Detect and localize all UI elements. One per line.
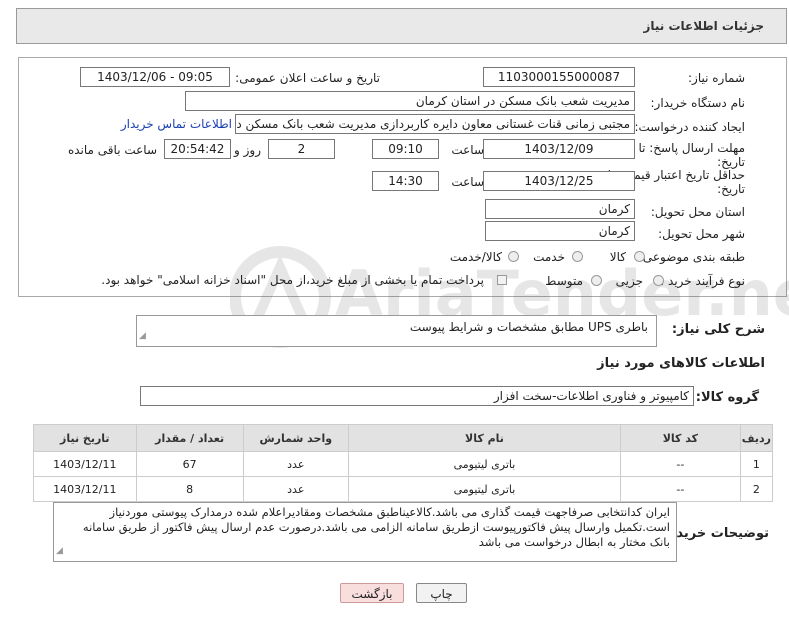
buyer-notes-field: ایران کدانتخابی صرفاجهت قیمت گذاری می با…	[53, 502, 677, 562]
process-radio-medium[interactable]	[591, 275, 602, 286]
cell-need-date: 1403/12/11	[33, 476, 137, 502]
col-unit: واحد شمارش	[242, 424, 349, 452]
process-radio-minor[interactable]	[653, 275, 664, 286]
col-need-date: تاریخ نیاز	[33, 424, 137, 452]
cell-quantity: 67	[135, 451, 244, 477]
resize-grip-icon: ◢	[56, 546, 63, 556]
validity-time-field: 14:30	[372, 171, 439, 191]
cell-need-date: 1403/12/11	[33, 451, 137, 477]
goods-group-label: گروه کالا:	[695, 390, 759, 405]
announce-label: تاریخ و ساعت اعلان عمومی:	[235, 71, 380, 85]
items-table-wrapper: ردیف کد کالا نام کالا واحد شمارش تعداد /…	[33, 424, 774, 502]
items-table: ردیف کد کالا نام کالا واحد شمارش تعداد /…	[33, 424, 774, 502]
cell-goods-code: --	[620, 451, 741, 477]
deadline-label-line2: تاریخ:	[717, 155, 745, 169]
treasury-payment-checkbox[interactable]	[497, 275, 507, 285]
category-option-goods: کالا	[609, 250, 626, 264]
category-radio-goods[interactable]	[634, 251, 645, 262]
summary-label: شرح کلی نیاز:	[671, 322, 765, 337]
cell-goods-code: --	[620, 476, 741, 502]
page-title: جزئیات اطلاعات نیاز	[643, 19, 764, 33]
days-remaining-field: 2	[268, 139, 335, 159]
category-label: طبقه بندی موضوعی:	[638, 250, 745, 264]
cell-unit: عدد	[242, 451, 349, 477]
category-radio-goods-service[interactable]	[508, 251, 519, 262]
treasury-payment-note: پرداخت تمام یا بخشی از مبلغ خرید،از محل …	[101, 273, 484, 287]
col-row-number: ردیف	[739, 424, 774, 452]
need-number-label: شماره نیاز:	[688, 71, 745, 85]
deadline-time-label: ساعت	[451, 143, 484, 157]
remaining-time-field: 20:54:42	[164, 139, 231, 159]
buyer-org-label: نام دستگاه خریدار:	[650, 96, 746, 110]
table-header-row: ردیف کد کالا نام کالا واحد شمارش تعداد /…	[33, 424, 774, 452]
remaining-time-label: ساعت باقی مانده	[67, 143, 157, 157]
category-option-goods-service: کالا/خدمت	[449, 250, 502, 264]
process-option-minor: جزیی	[615, 274, 643, 288]
validity-time-label: ساعت	[451, 175, 484, 189]
deadline-time-field: 09:10	[372, 139, 439, 159]
need-number-field: 1103000155000087	[483, 67, 635, 87]
contact-buyer-link[interactable]: اطلاعات تماس خریدار	[121, 117, 232, 131]
back-button[interactable]: بازگشت	[340, 583, 404, 603]
goods-section-title: اطلاعات کالاهای مورد نیاز	[597, 356, 765, 371]
cell-row-number: 2	[739, 476, 774, 502]
col-goods-code: کد کالا	[620, 424, 741, 452]
table-row: 2 -- باتری لیتیومی عدد 8 1403/12/11	[33, 476, 774, 502]
deadline-date-field: 1403/12/09	[483, 139, 635, 159]
creator-label: ایجاد کننده درخواست:	[634, 120, 745, 134]
category-option-service: خدمت	[533, 250, 565, 264]
header-bar: جزئیات اطلاعات نیاز	[16, 8, 787, 44]
delivery-province-label: استان محل تحویل:	[650, 205, 745, 219]
category-radio-service[interactable]	[572, 251, 583, 262]
delivery-city-label: شهر محل تحویل:	[658, 227, 745, 241]
col-quantity: تعداد / مقدار	[135, 424, 244, 452]
delivery-city-field: کرمان	[485, 221, 635, 241]
process-option-medium: متوسط	[545, 274, 583, 288]
table-row: 1 -- باتری لیتیومی عدد 67 1403/12/11	[33, 451, 774, 477]
delivery-province-field: کرمان	[485, 199, 635, 219]
days-label: روز و	[234, 143, 261, 157]
validity-date-field: 1403/12/25	[483, 171, 635, 191]
buyer-org-field: مدیریت شعب بانک مسکن در استان کرمان	[185, 91, 635, 111]
cell-goods-name: باتری لیتیومی	[347, 476, 622, 502]
cell-quantity: 8	[135, 476, 244, 502]
announce-field: 1403/12/06 - 09:05	[80, 67, 230, 87]
process-type-label: نوع فرآیند خرید :	[660, 274, 745, 288]
goods-group-field: کامپیوتر و فناوری اطلاعات-سخت افزار	[140, 386, 694, 406]
cell-row-number: 1	[739, 451, 774, 477]
buyer-notes-text: ایران کدانتخابی صرفاجهت قیمت گذاری می با…	[82, 505, 670, 549]
cell-goods-name: باتری لیتیومی	[347, 451, 622, 477]
deadline-label-line1: مهلت ارسال پاسخ: تا	[638, 141, 745, 155]
validity-label-line2: تاریخ:	[717, 182, 745, 196]
print-button[interactable]: چاپ	[416, 583, 467, 603]
creator-field: مجتبی زمانی قنات غستانی معاون دایره کارب…	[235, 114, 635, 134]
resize-grip-icon: ◢	[139, 331, 146, 341]
cell-unit: عدد	[242, 476, 349, 502]
summary-field: باطری UPS مطابق مشخصات و شرایط پیوست ◢	[136, 315, 657, 347]
summary-text: باطری UPS مطابق مشخصات و شرایط پیوست	[409, 320, 648, 334]
col-goods-name: نام کالا	[347, 424, 622, 452]
